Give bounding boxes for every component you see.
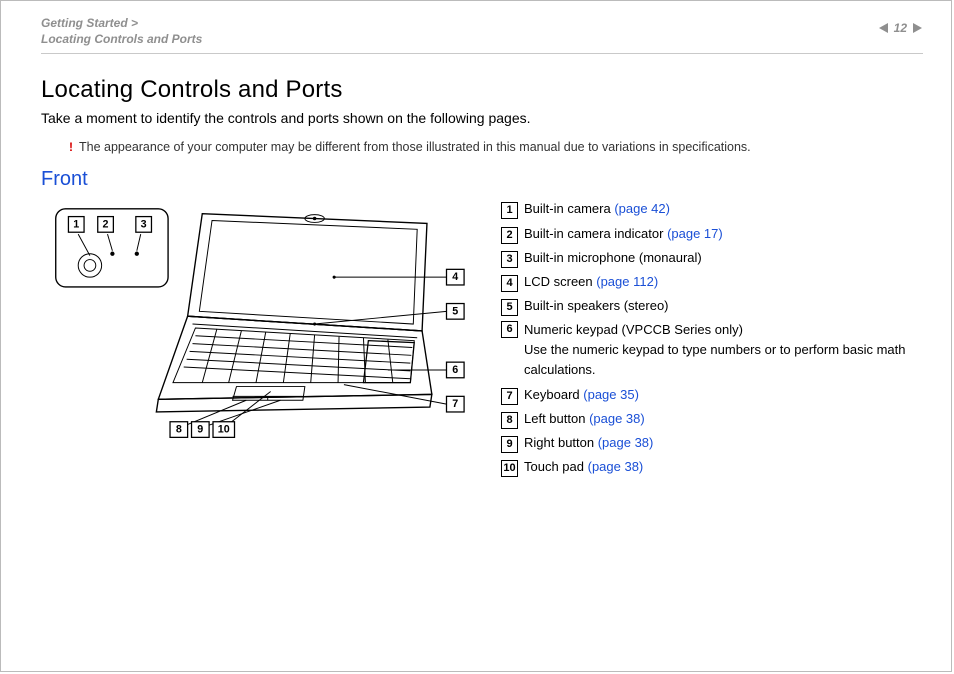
legend-number-box: 7	[501, 388, 518, 405]
next-page-icon[interactable]	[911, 22, 923, 34]
page-reference-link[interactable]: (page 17)	[667, 226, 723, 241]
note-row: ! The appearance of your computer may be…	[69, 140, 923, 154]
legend-number-box: 4	[501, 275, 518, 292]
note-text: The appearance of your computer may be d…	[79, 140, 751, 154]
svg-text:4: 4	[452, 272, 458, 284]
breadcrumb: Getting Started > Locating Controls and …	[41, 15, 202, 47]
legend-text: Keyboard (page 35)	[524, 385, 639, 405]
content: Locating Controls and Ports Take a momen…	[1, 54, 951, 481]
legend-text: Built-in microphone (monaural)	[524, 248, 702, 268]
page-reference-link[interactable]: (page 112)	[596, 274, 658, 289]
svg-text:9: 9	[197, 424, 203, 436]
legend-item: 5 Built-in speakers (stereo)	[501, 296, 923, 316]
page-reference-link[interactable]: (page 38)	[588, 459, 644, 474]
page-header: Getting Started > Locating Controls and …	[1, 1, 951, 47]
warning-icon: !	[69, 141, 73, 153]
svg-text:5: 5	[452, 306, 458, 318]
legend-number-box: 8	[501, 412, 518, 429]
legend-number-box: 5	[501, 299, 518, 316]
legend-number-box: 1	[501, 202, 518, 219]
legend-text: Built-in speakers (stereo)	[524, 296, 669, 316]
prev-page-icon[interactable]	[878, 22, 890, 34]
page-reference-link[interactable]: (page 35)	[583, 387, 639, 402]
legend-number-box: 9	[501, 436, 518, 453]
svg-text:2: 2	[103, 219, 109, 231]
legend-item: 9 Right button (page 38)	[501, 433, 923, 453]
legend-text: Built-in camera (page 42)	[524, 199, 670, 219]
legend-extra: Use the numeric keypad to type numbers o…	[524, 340, 923, 380]
page-reference-link[interactable]: (page 38)	[598, 435, 654, 450]
legend-item: 3 Built-in microphone (monaural)	[501, 248, 923, 268]
legend-number-box: 3	[501, 251, 518, 268]
legend-text: Right button (page 38)	[524, 433, 653, 453]
legend-text: Built-in camera indicator (page 17)	[524, 224, 723, 244]
svg-text:3: 3	[141, 219, 147, 231]
page-reference-link[interactable]: (page 42)	[614, 201, 670, 216]
legend-number-box: 2	[501, 227, 518, 244]
legend-text: Left button (page 38)	[524, 409, 645, 429]
svg-text:8: 8	[176, 424, 182, 436]
legend-item: 6 Numeric keypad (VPCCB Series only)Use t…	[501, 320, 923, 380]
legend-item: 10 Touch pad (page 38)	[501, 457, 923, 477]
legend-item: 8 Left button (page 38)	[501, 409, 923, 429]
breadcrumb-line-1: Getting Started >	[41, 15, 202, 31]
legend-list: 1 Built-in camera (page 42) 2 Built-in came…	[501, 199, 923, 481]
intro-text: Take a moment to identify the controls a…	[41, 110, 923, 126]
svg-text:1: 1	[73, 219, 79, 231]
page-nav: 12	[878, 21, 923, 35]
legend-text: Touch pad (page 38)	[524, 457, 643, 477]
svg-text:6: 6	[452, 364, 458, 376]
legend-number-box: 10	[501, 460, 518, 477]
svg-text:7: 7	[452, 399, 458, 411]
page-number: 12	[894, 21, 907, 35]
legend-item: 2 Built-in camera indicator (page 17)	[501, 224, 923, 244]
page-title: Locating Controls and Ports	[41, 76, 923, 104]
breadcrumb-line-2: Locating Controls and Ports	[41, 31, 202, 47]
svg-text:10: 10	[218, 424, 230, 436]
legend-item: 7 Keyboard (page 35)	[501, 385, 923, 405]
page-reference-link[interactable]: (page 38)	[589, 411, 645, 426]
legend-item: 4 LCD screen (page 112)	[501, 272, 923, 292]
legend-text: Numeric keypad (VPCCB Series only)Use th…	[524, 320, 923, 380]
legend-text: LCD screen (page 112)	[524, 272, 658, 292]
legend-number-box: 6	[501, 321, 518, 338]
legend-item: 1 Built-in camera (page 42)	[501, 199, 923, 219]
laptop-diagram: 1 2 3	[41, 199, 471, 458]
section-heading: Front	[41, 168, 923, 191]
